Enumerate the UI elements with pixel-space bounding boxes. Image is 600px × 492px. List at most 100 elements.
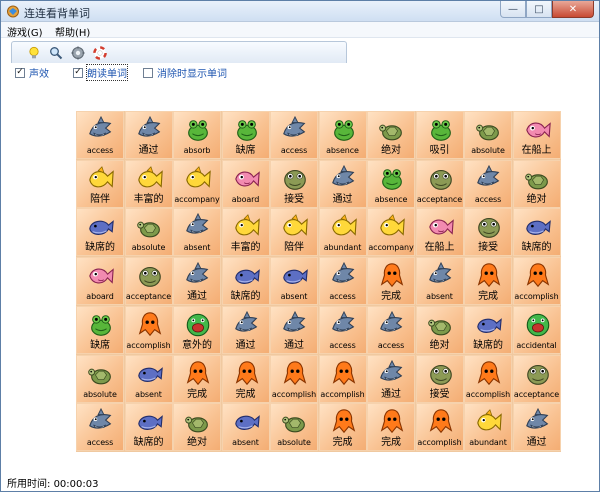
tile-squid[interactable]: 完成 — [173, 354, 221, 403]
tile-squid[interactable]: 完成 — [367, 257, 415, 306]
tile-pinkfish[interactable]: 在船上 — [415, 208, 464, 257]
tile-whale[interactable]: absent — [221, 403, 270, 452]
tile-turtle[interactable]: absolute — [270, 403, 318, 452]
tile-frog[interactable]: absorb — [173, 111, 221, 159]
tile-greenball[interactable]: 意外的 — [173, 305, 221, 354]
tile-shark[interactable]: 通过 — [318, 159, 367, 208]
read-word-option[interactable]: ✓ 朗读单词 — [73, 64, 128, 81]
tile-word: 缺席的 — [521, 242, 552, 254]
whale-icon — [477, 317, 502, 333]
tile-yellowfish[interactable]: accompany — [173, 159, 221, 208]
tile-squid[interactable]: accomplish — [270, 354, 318, 403]
tile-whale[interactable]: absent — [270, 257, 318, 306]
tile-shark[interactable]: absent — [173, 208, 221, 257]
tile-shark[interactable]: access — [367, 305, 415, 354]
tile-turtle[interactable]: absolute — [124, 208, 173, 257]
tile-pinkfish[interactable]: 在船上 — [512, 111, 561, 159]
tile-frog[interactable]: absence — [367, 159, 415, 208]
tile-shark[interactable]: absent — [415, 257, 464, 306]
tile-shark[interactable]: access — [270, 111, 318, 159]
tile-yellowfish[interactable]: accompany — [367, 208, 415, 257]
tile-yellowfish[interactable]: abundant — [318, 208, 367, 257]
tile-toad[interactable]: acceptance — [512, 354, 561, 403]
tile-shark[interactable]: 通过 — [221, 305, 270, 354]
read-word-checkbox[interactable]: ✓ — [73, 67, 83, 78]
sound-effect-checkbox[interactable]: ✓ — [15, 67, 25, 78]
tile-yellowfish[interactable]: 丰富的 — [221, 208, 270, 257]
tile-squid[interactable]: accomplish — [464, 354, 512, 403]
tile-yellowfish[interactable]: 丰富的 — [124, 159, 173, 208]
tile-shark[interactable]: access — [318, 305, 367, 354]
tile-word: access — [86, 438, 114, 448]
minimize-button[interactable]: — — [500, 1, 526, 18]
show-word-on-clear-option[interactable]: 消除时显示单词 — [143, 65, 227, 80]
tile-word: accidental — [516, 340, 557, 350]
tile-word: 缺席的 — [230, 291, 261, 303]
tile-pinkfish[interactable]: aboard — [76, 257, 124, 306]
tile-pinkfish[interactable]: aboard — [221, 159, 270, 208]
tile-word: absolute — [131, 243, 166, 253]
whale-icon — [525, 220, 551, 236]
tile-squid[interactable]: 完成 — [318, 403, 367, 452]
toad-icon — [478, 218, 500, 239]
whale-icon — [283, 269, 308, 285]
tile-whale[interactable]: 缺席的 — [76, 208, 124, 257]
tile-shark[interactable]: 通过 — [270, 305, 318, 354]
tile-yellowfish[interactable]: 陪伴 — [270, 208, 318, 257]
tile-whale[interactable]: 缺席的 — [464, 305, 512, 354]
tile-shark[interactable]: 通过 — [512, 403, 561, 452]
tile-toad[interactable]: 接受 — [270, 159, 318, 208]
tile-turtle[interactable]: absolute — [464, 111, 512, 159]
tile-squid[interactable]: 完成 — [221, 354, 270, 403]
tile-shark[interactable]: access — [318, 257, 367, 306]
tile-shark[interactable]: 通过 — [173, 257, 221, 306]
tile-yellowfish[interactable]: abundant — [464, 403, 512, 452]
tile-squid[interactable]: accomplish — [124, 305, 173, 354]
hint-button[interactable] — [26, 45, 42, 61]
tile-frog[interactable]: 缺席 — [221, 111, 270, 159]
tile-squid[interactable]: 完成 — [464, 257, 512, 306]
tile-toad[interactable]: acceptance — [124, 257, 173, 306]
tile-turtle[interactable]: absolute — [76, 354, 124, 403]
tile-whale[interactable]: 缺席的 — [221, 257, 270, 306]
sound-effect-option[interactable]: ✓ 声效 — [15, 65, 49, 80]
tile-shark[interactable]: access — [464, 159, 512, 208]
tile-toad[interactable]: acceptance — [415, 159, 464, 208]
find-button[interactable] — [48, 45, 64, 61]
help-button[interactable] — [92, 45, 108, 61]
maximize-button[interactable]: □ — [526, 1, 552, 18]
tile-turtle[interactable]: 绝对 — [415, 305, 464, 354]
toad-icon — [429, 169, 452, 190]
menu-help[interactable]: 帮助(H) — [55, 24, 90, 39]
tile-yellowfish[interactable]: 陪伴 — [76, 159, 124, 208]
title-bar[interactable]: 连连看背单词 — □ ✕ — [1, 1, 599, 22]
tile-whale[interactable]: 缺席的 — [124, 403, 173, 452]
game-board: access 通过 absorb 缺席 access absence 绝对 吸引 absolut… — [76, 111, 561, 452]
close-button[interactable]: ✕ — [552, 1, 594, 18]
tile-turtle[interactable]: 绝对 — [367, 111, 415, 159]
tile-frog[interactable]: 吸引 — [415, 111, 464, 159]
tile-shark[interactable]: access — [76, 111, 124, 159]
tile-shark[interactable]: 通过 — [124, 111, 173, 159]
tile-frog[interactable]: 缺席 — [76, 305, 124, 354]
show-word-on-clear-checkbox[interactable] — [143, 67, 153, 78]
tile-greenball[interactable]: accidental — [512, 305, 561, 354]
tile-squid[interactable]: accomplish — [415, 403, 464, 452]
tile-turtle[interactable]: 绝对 — [512, 159, 561, 208]
menu-game[interactable]: 游戏(G) — [7, 24, 43, 39]
tile-word: acceptance — [513, 389, 560, 399]
tile-squid[interactable]: accomplish — [318, 354, 367, 403]
tile-whale[interactable]: 缺席的 — [512, 208, 561, 257]
tile-toad[interactable]: 接受 — [415, 354, 464, 403]
tile-shark[interactable]: access — [76, 403, 124, 452]
tile-turtle[interactable]: 绝对 — [173, 403, 221, 452]
pinkfish-icon — [89, 268, 114, 284]
tile-shark[interactable]: 通过 — [367, 354, 415, 403]
tile-frog[interactable]: absence — [318, 111, 367, 159]
show-word-on-clear-label: 消除时显示单词 — [157, 69, 227, 80]
tile-squid[interactable]: accomplish — [512, 257, 561, 306]
tile-whale[interactable]: absent — [124, 354, 173, 403]
settings-button[interactable] — [70, 45, 86, 61]
tile-squid[interactable]: 完成 — [367, 403, 415, 452]
tile-toad[interactable]: 接受 — [464, 208, 512, 257]
